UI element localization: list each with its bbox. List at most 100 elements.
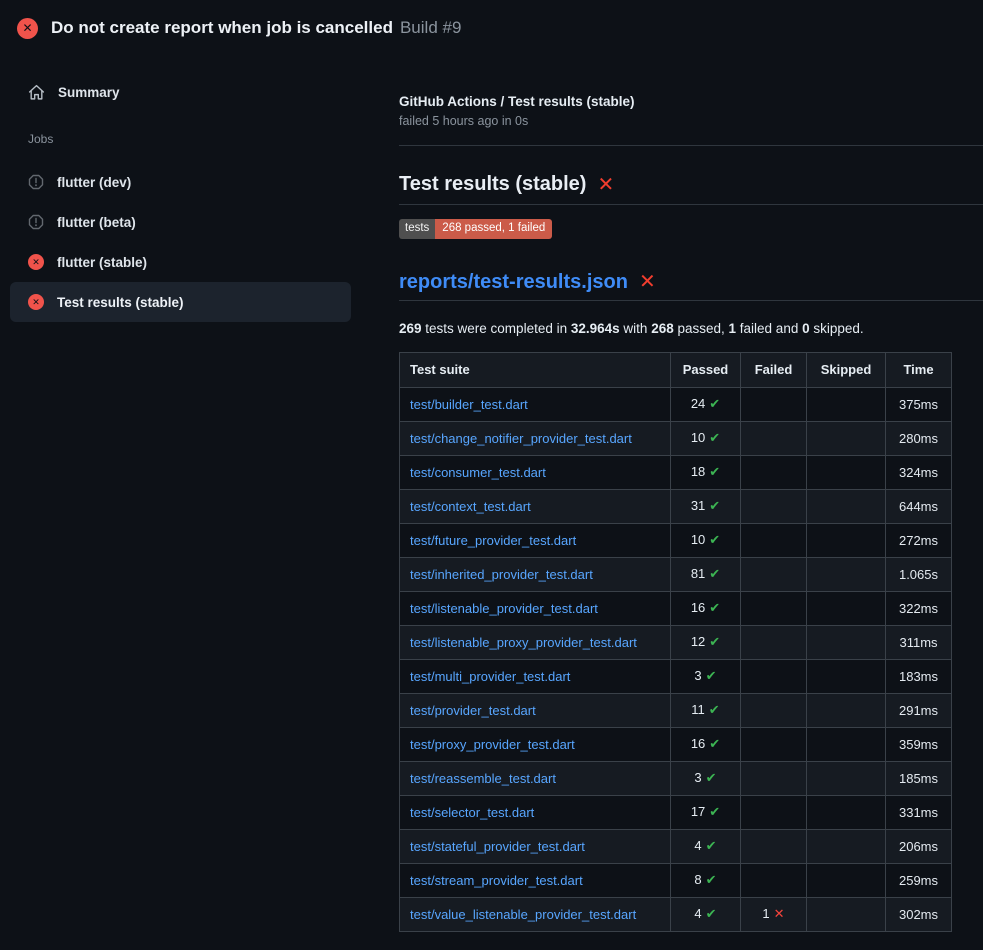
home-icon — [28, 84, 45, 101]
table-row: test/context_test.dart 31✔ 644ms — [400, 489, 952, 523]
suite-cell: test/consumer_test.dart — [400, 455, 671, 489]
time-cell: 644ms — [886, 489, 952, 523]
failed-cell — [741, 659, 807, 693]
suite-cell: test/listenable_proxy_provider_test.dart — [400, 625, 671, 659]
sidebar-item-test-results-stable[interactable]: ✕ Test results (stable) — [10, 282, 351, 322]
failed-cell — [741, 829, 807, 863]
failed-cell — [741, 489, 807, 523]
suite-cell: test/proxy_provider_test.dart — [400, 727, 671, 761]
passed-cell: 3✔ — [671, 761, 741, 795]
passed-cell-value: 31 — [691, 498, 705, 513]
passed-cell: 11✔ — [671, 693, 741, 727]
passed-cell: 31✔ — [671, 489, 741, 523]
passed-cell-value: 10 — [691, 532, 705, 547]
suite-link[interactable]: test/listenable_proxy_provider_test.dart — [410, 635, 637, 650]
job-label: Test results (stable) — [57, 295, 184, 310]
passed-cell: 3✔ — [671, 659, 741, 693]
table-row: test/multi_provider_test.dart3✔183ms — [400, 659, 952, 693]
skipped-cell — [807, 591, 886, 625]
breadcrumb: GitHub Actions / Test results (stable) — [399, 94, 983, 109]
summary-text: failed and — [736, 321, 802, 336]
suite-cell: test/reassemble_test.dart — [400, 761, 671, 795]
suite-link[interactable]: test/stream_provider_test.dart — [410, 873, 583, 888]
check-icon: ✔ — [709, 566, 720, 581]
job-neutral-icon — [28, 214, 44, 230]
time-cell: 206ms — [886, 829, 952, 863]
passed-count: 268 — [651, 321, 674, 336]
table-row: test/future_provider_test.dart 10✔ 272ms — [400, 523, 952, 557]
sidebar-item-flutter-stable[interactable]: ✕ flutter (stable) — [10, 242, 351, 282]
suite-link[interactable]: test/context_test.dart — [410, 499, 531, 514]
failed-cell — [741, 693, 807, 727]
check-icon: ✔ — [706, 668, 717, 683]
build-header: ✕ Do not create report when job is cance… — [0, 0, 983, 56]
time-cell: 375ms — [886, 387, 952, 421]
skipped-cell — [807, 659, 886, 693]
suite-link[interactable]: test/provider_test.dart — [410, 703, 536, 718]
build-failed-icon: ✕ — [17, 18, 38, 39]
failed-cell — [741, 387, 807, 421]
column-header-passed: Passed — [671, 352, 741, 387]
passed-cell-value: 12 — [691, 634, 705, 649]
passed-cell: 4✔ — [671, 829, 741, 863]
suite-link[interactable]: test/inherited_provider_test.dart — [410, 567, 593, 582]
time-cell: 272ms — [886, 523, 952, 557]
suite-link[interactable]: test/listenable_provider_test.dart — [410, 601, 598, 616]
passed-cell-value: 18 — [691, 464, 705, 479]
divider — [399, 145, 983, 146]
failed-cell — [741, 557, 807, 591]
table-row: test/consumer_test.dart18✔324ms — [400, 455, 952, 489]
suite-link[interactable]: test/builder_test.dart — [410, 397, 528, 412]
suite-link[interactable]: test/proxy_provider_test.dart — [410, 737, 575, 752]
check-icon: ✔ — [709, 702, 720, 717]
skipped-cell — [807, 795, 886, 829]
failed-cell — [741, 625, 807, 659]
summary-text: skipped. — [810, 321, 864, 336]
table-row: test/listenable_proxy_provider_test.dart… — [400, 625, 952, 659]
suite-link[interactable]: test/future_provider_test.dart — [410, 533, 576, 548]
skipped-cell — [807, 489, 886, 523]
section-title: Test results (stable) — [399, 173, 586, 196]
table-row: test/inherited_provider_test.dart81✔1.06… — [400, 557, 952, 591]
time-cell: 311ms — [886, 625, 952, 659]
build-number: Build #9 — [400, 18, 461, 38]
table-row: test/listenable_provider_test.dart16✔322… — [400, 591, 952, 625]
suite-link[interactable]: test/selector_test.dart — [410, 805, 534, 820]
passed-cell-value: 3 — [694, 770, 701, 785]
passed-cell-value: 24 — [691, 396, 705, 411]
column-header-time: Time — [886, 352, 952, 387]
sidebar-item-flutter-beta[interactable]: flutter (beta) — [10, 202, 351, 242]
passed-cell: 8✔ — [671, 863, 741, 897]
sidebar-item-flutter-dev[interactable]: flutter (dev) — [10, 162, 351, 202]
skipped-cell — [807, 455, 886, 489]
check-icon: ✔ — [706, 872, 717, 887]
skipped-cell — [807, 693, 886, 727]
summary-text: with — [620, 321, 652, 336]
suite-link[interactable]: test/consumer_test.dart — [410, 465, 546, 480]
suite-cell: test/builder_test.dart — [400, 387, 671, 421]
job-neutral-icon — [28, 174, 44, 190]
report-file-link[interactable]: reports/test-results.json — [399, 271, 628, 294]
job-failed-icon: ✕ — [28, 254, 44, 270]
skipped-cell — [807, 727, 886, 761]
sidebar: Summary Jobs flutter (dev) — [0, 56, 399, 932]
passed-cell: 10✔ — [671, 523, 741, 557]
table-row: test/value_listenable_provider_test.dart… — [400, 897, 952, 931]
passed-cell: 17✔ — [671, 795, 741, 829]
table-row: test/change_notifier_provider_test.dart1… — [400, 421, 952, 455]
suite-link[interactable]: test/stateful_provider_test.dart — [410, 839, 585, 854]
test-results-table: Test suitePassedFailedSkippedTime test/b… — [399, 352, 952, 932]
passed-cell-value: 16 — [691, 736, 705, 751]
check-icon: ✔ — [709, 396, 720, 411]
suite-link[interactable]: test/multi_provider_test.dart — [410, 669, 570, 684]
suite-link[interactable]: test/change_notifier_provider_test.dart — [410, 431, 632, 446]
suite-cell: test/stream_provider_test.dart — [400, 863, 671, 897]
check-icon: ✔ — [709, 634, 720, 649]
table-row: test/builder_test.dart 24 ✔ 375ms — [400, 387, 952, 421]
duration: 32.964s — [571, 321, 620, 336]
job-failed-icon: ✕ — [28, 294, 44, 310]
sidebar-item-summary[interactable]: Summary — [10, 74, 351, 110]
suite-link[interactable]: test/reassemble_test.dart — [410, 771, 556, 786]
suite-link[interactable]: test/value_listenable_provider_test.dart — [410, 907, 636, 922]
total-count: 269 — [399, 321, 422, 336]
